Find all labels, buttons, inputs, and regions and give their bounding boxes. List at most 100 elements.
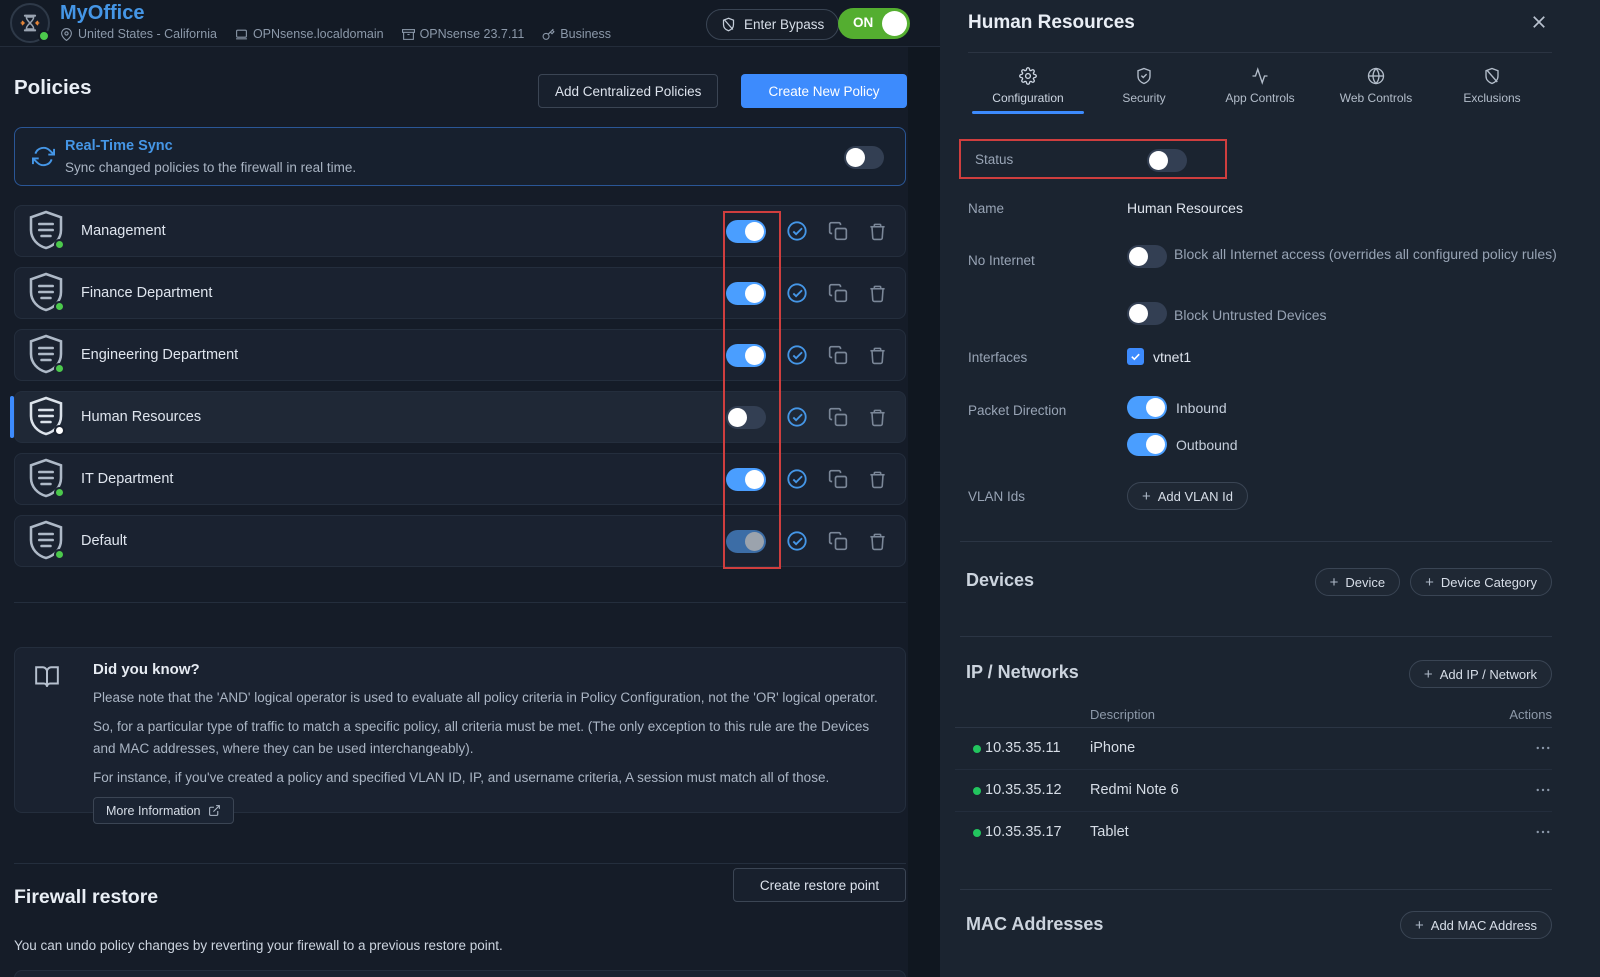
block-untrusted-toggle[interactable]	[1127, 302, 1167, 325]
add-mac-address-label: Add MAC Address	[1431, 918, 1537, 933]
ip-network-row[interactable]: 10.35.35.11 iPhone	[955, 728, 1552, 770]
apply-policy-button[interactable]	[786, 530, 808, 552]
drawer-title: Human Resources	[968, 12, 1135, 34]
toggle-knob	[1129, 304, 1148, 323]
interface-checkbox[interactable]	[1127, 348, 1144, 365]
row-actions-menu-button[interactable]	[1534, 739, 1552, 760]
plus-icon: +	[1424, 667, 1433, 682]
check-circle-icon	[786, 468, 808, 490]
policy-row-actions	[726, 220, 887, 243]
ip-network-row[interactable]: 10.35.35.12 Redmi Note 6	[955, 770, 1552, 812]
policy-row-actions	[726, 344, 887, 367]
tab-label: Exclusions	[1463, 91, 1520, 105]
toggle-knob	[846, 148, 865, 167]
tab-label: Security	[1122, 91, 1165, 105]
policy-status-dot	[54, 301, 65, 312]
delete-policy-button[interactable]	[868, 222, 887, 241]
block-all-internet-toggle[interactable]	[1127, 245, 1167, 268]
delete-policy-button[interactable]	[868, 346, 887, 365]
add-centralized-policies-button[interactable]: Add Centralized Policies	[538, 74, 718, 108]
policy-name: Engineering Department	[81, 347, 238, 363]
mac-addresses-section-title: MAC Addresses	[966, 914, 1103, 935]
drawer-divider	[968, 52, 1552, 53]
apply-policy-button[interactable]	[786, 220, 808, 242]
close-drawer-button[interactable]	[1530, 13, 1548, 34]
tab-web-controls[interactable]: Web Controls	[1318, 58, 1434, 114]
tab-configuration[interactable]: Configuration	[970, 58, 1086, 114]
interfaces-label: Interfaces	[968, 350, 1027, 365]
name-label: Name	[968, 201, 1004, 216]
policy-row-engineering[interactable]: Engineering Department	[14, 329, 906, 381]
create-new-policy-button[interactable]: Create New Policy	[741, 74, 907, 108]
delete-policy-button[interactable]	[868, 470, 887, 489]
clone-policy-button[interactable]	[828, 531, 848, 551]
realtime-sync-toggle[interactable]	[844, 146, 884, 169]
clone-policy-button[interactable]	[828, 221, 848, 241]
tab-app-controls[interactable]: App Controls	[1202, 58, 1318, 114]
shield-off-icon	[721, 17, 736, 32]
tab-security[interactable]: Security	[1086, 58, 1202, 114]
policy-enabled-toggle[interactable]	[726, 468, 766, 491]
copy-icon	[828, 221, 848, 241]
status-toggle[interactable]	[1147, 149, 1187, 172]
policy-row-default[interactable]: Default	[14, 515, 906, 567]
toggle-knob	[745, 222, 764, 241]
policy-enabled-toggle[interactable]	[726, 344, 766, 367]
delete-policy-button[interactable]	[868, 408, 887, 427]
apply-policy-button[interactable]	[786, 468, 808, 490]
description-column-header: Description	[1090, 707, 1155, 722]
policy-list: Management Finance Department	[14, 205, 906, 567]
policy-enabled-toggle[interactable]	[726, 282, 766, 305]
enter-bypass-button[interactable]: Enter Bypass	[706, 9, 839, 40]
policy-enabled-toggle[interactable]	[726, 530, 766, 553]
outbound-toggle[interactable]	[1127, 433, 1167, 456]
policy-shield-icon	[28, 520, 66, 562]
policy-enabled-toggle[interactable]	[726, 220, 766, 243]
apply-policy-button[interactable]	[786, 406, 808, 428]
add-device-category-button[interactable]: +Device Category	[1410, 568, 1552, 596]
inbound-toggle[interactable]	[1127, 396, 1167, 419]
devices-buttons: +Device +Device Category	[1315, 568, 1552, 596]
map-pin-icon	[60, 28, 73, 41]
row-actions-menu-button[interactable]	[1534, 781, 1552, 802]
restore-points-card-partial	[14, 970, 906, 977]
clone-policy-button[interactable]	[828, 283, 848, 303]
policy-row-actions	[726, 282, 887, 305]
delete-policy-button[interactable]	[868, 532, 887, 551]
clone-policy-button[interactable]	[828, 469, 848, 489]
status-online-dot	[38, 30, 50, 42]
policy-row-finance[interactable]: Finance Department	[14, 267, 906, 319]
firewall-restore-description: You can undo policy changes by reverting…	[14, 938, 503, 953]
tab-exclusions[interactable]: Exclusions	[1434, 58, 1550, 114]
policy-row-human-resources[interactable]: Human Resources	[14, 391, 906, 443]
policy-name: Management	[81, 223, 166, 239]
clone-policy-button[interactable]	[828, 345, 848, 365]
policy-status-dot	[54, 239, 65, 250]
toggle-knob	[1146, 435, 1165, 454]
power-toggle[interactable]: ON	[838, 8, 910, 39]
create-restore-point-button[interactable]: Create restore point	[733, 868, 906, 902]
apply-policy-button[interactable]	[786, 282, 808, 304]
policy-row-management[interactable]: Management	[14, 205, 906, 257]
add-mac-address-button[interactable]: +Add MAC Address	[1400, 911, 1552, 939]
drawer-divider	[960, 889, 1552, 890]
toggle-knob	[1149, 151, 1168, 170]
check-circle-icon	[786, 220, 808, 242]
policy-row-it-department[interactable]: IT Department	[14, 453, 906, 505]
delete-policy-button[interactable]	[868, 284, 887, 303]
apply-policy-button[interactable]	[786, 344, 808, 366]
clone-policy-button[interactable]	[828, 407, 848, 427]
add-ip-network-button[interactable]: +Add IP / Network	[1409, 660, 1552, 688]
add-device-button[interactable]: +Device	[1315, 568, 1401, 596]
ellipsis-icon	[1534, 781, 1552, 799]
check-icon	[1130, 351, 1141, 362]
more-information-button[interactable]: More Information	[93, 797, 234, 824]
panel-gutter	[908, 47, 940, 977]
ellipsis-icon	[1534, 739, 1552, 757]
policy-enabled-toggle[interactable]	[726, 406, 766, 429]
tab-label: Web Controls	[1340, 91, 1412, 105]
main-panel: MyOffice United States - California OPNs…	[0, 0, 940, 977]
row-actions-menu-button[interactable]	[1534, 823, 1552, 844]
ip-network-row[interactable]: 10.35.35.17 Tablet	[955, 812, 1552, 854]
add-vlan-button[interactable]: + Add VLAN Id	[1127, 482, 1248, 510]
